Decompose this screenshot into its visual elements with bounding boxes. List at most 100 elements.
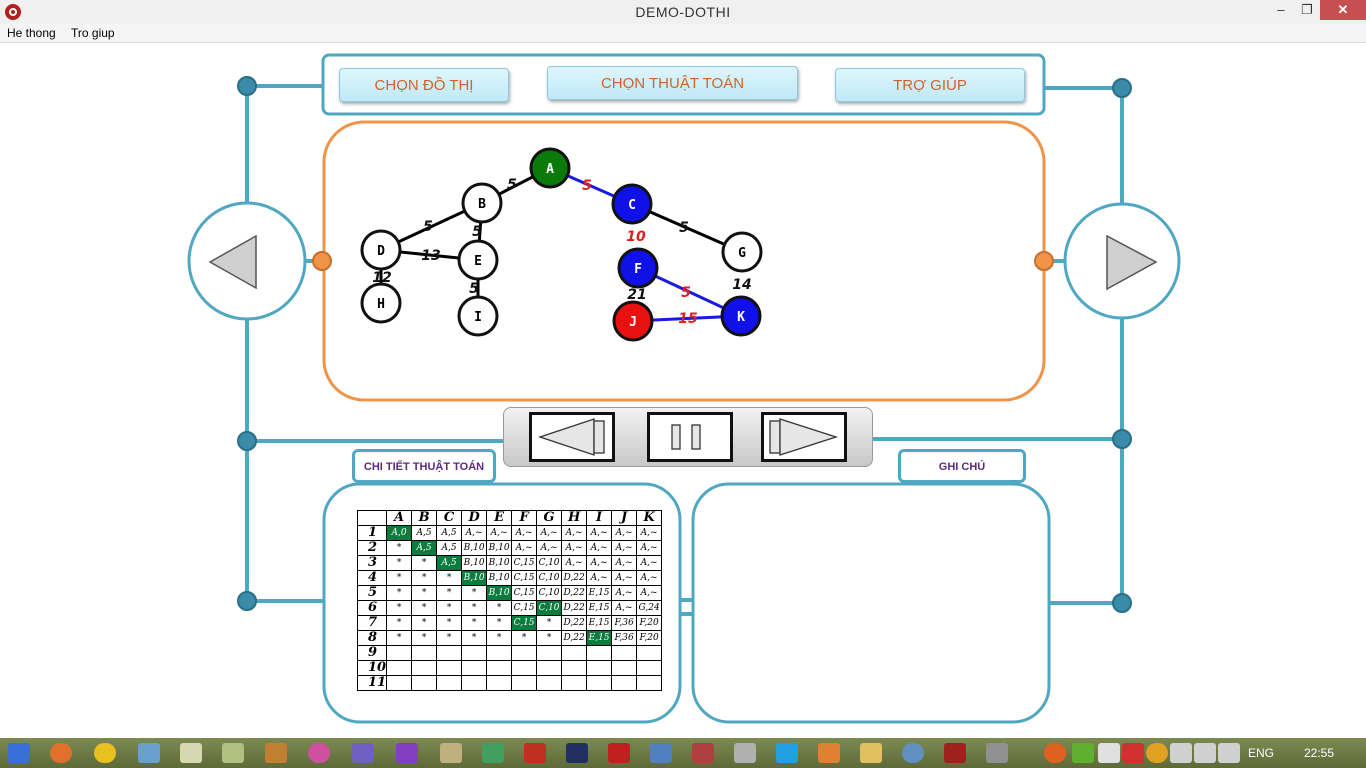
firefox-icon[interactable] [50, 743, 72, 763]
table-row-header: 5 [356, 585, 388, 601]
table-column-header: I [586, 510, 613, 526]
table-cell: A,~ [561, 525, 588, 541]
choose-algorithm-button[interactable]: CHỌN THUẬT TOÁN [547, 66, 798, 100]
edge-weight-label: 10 [626, 229, 646, 245]
app-icon-16[interactable] [692, 743, 714, 763]
table-cell: E,15 [586, 585, 613, 601]
battery-icon[interactable] [1170, 743, 1192, 763]
table-cell [611, 675, 638, 691]
volume-icon[interactable] [1194, 743, 1216, 763]
table-cell: * [436, 570, 463, 586]
chrome-icon[interactable] [94, 743, 116, 763]
edge-weight-label: 5 [469, 281, 479, 297]
step-forward-button[interactable] [761, 412, 847, 462]
app-icon-6[interactable] [265, 743, 287, 763]
table-cell: C,15 [511, 585, 538, 601]
table-cell: * [461, 630, 488, 646]
table-cell: D,22 [561, 600, 588, 616]
pause-button[interactable] [647, 412, 733, 462]
table-cell: A,~ [536, 525, 563, 541]
language-indicator[interactable]: ENG [1248, 746, 1274, 760]
photoshop-icon[interactable] [566, 743, 588, 763]
translate-icon[interactable] [650, 743, 672, 763]
explorer-icon[interactable] [860, 743, 882, 763]
app-icon-5[interactable] [222, 743, 244, 763]
table-cell: A,5 [436, 525, 463, 541]
tray-icon-4[interactable] [1122, 743, 1144, 763]
table-row: 10 [356, 660, 663, 676]
table-cell: A,~ [586, 570, 613, 586]
table-column-header: B [411, 510, 438, 526]
table-column-header: K [636, 510, 663, 526]
app-icon-7[interactable] [308, 743, 330, 763]
skype-icon[interactable] [776, 743, 798, 763]
table-row: 3 * * A,5 B,10 B,10 C,15 C,10 A,~ A,~ A,~ A,~ [356, 555, 663, 571]
table-cell: * [461, 585, 488, 601]
edge-weight-label: 5 [681, 285, 691, 301]
app-icon-17[interactable] [734, 743, 756, 763]
choose-graph-button[interactable]: CHỌN ĐỒ THỊ [339, 68, 509, 102]
table-cell: * [486, 600, 513, 616]
algorithm-details-label: CHI TIẾT THUẬT TOÁN [352, 449, 496, 483]
step-back-button[interactable] [529, 412, 615, 462]
pdf-icon[interactable] [818, 743, 840, 763]
tray-icon-2[interactable] [1072, 743, 1094, 763]
table-cell [636, 645, 663, 661]
graph-node-label: G [738, 246, 746, 261]
table-cell: C,15 [511, 600, 538, 616]
filezilla-icon[interactable] [524, 743, 546, 763]
tray-icon-5[interactable] [1146, 743, 1168, 763]
app-icon-14[interactable] [608, 743, 630, 763]
network-icon[interactable] [1218, 743, 1240, 763]
table-cell: * [411, 600, 438, 616]
table-cell: C,10 [536, 570, 563, 586]
table-cell: E,15 [586, 600, 613, 616]
graph-node-label: C [628, 198, 636, 213]
table-cell: * [386, 630, 413, 646]
table-cell: * [411, 585, 438, 601]
app-icon-23[interactable] [986, 743, 1008, 763]
table-row-header: 3 [356, 555, 388, 571]
start-icon[interactable] [8, 743, 30, 763]
table-cell: B,10 [486, 555, 513, 571]
table-cell [386, 645, 413, 661]
table-row: 8 * * * * * * * D,22 E,15 F,36 F,20 [356, 630, 663, 646]
clock[interactable]: 22:55 [1304, 746, 1334, 760]
table-cell: * [386, 555, 413, 571]
demo-app-icon[interactable] [944, 743, 966, 763]
graph-canvas[interactable]: 5 55 5131255105211514 AB CDEGFHI J K [0, 0, 1366, 738]
table-cell: A,~ [536, 540, 563, 556]
app-icon-8[interactable] [352, 743, 374, 763]
help-button[interactable]: TRỢ GIÚP [835, 68, 1025, 102]
table-cell: * [536, 630, 563, 646]
notepad-icon[interactable] [180, 743, 202, 763]
edge-weight-label: 13 [421, 248, 440, 264]
table-cell: D,22 [561, 615, 588, 631]
table-cell [611, 660, 638, 676]
table-cell: F,36 [611, 615, 638, 631]
table-cell: A,~ [586, 525, 613, 541]
table-cell: C,10 [536, 585, 563, 601]
table-cell [486, 675, 513, 691]
visual-studio-icon[interactable] [396, 743, 418, 763]
app-icon-21[interactable] [902, 743, 924, 763]
playback-controls [503, 407, 873, 467]
tray-icon-1[interactable] [1044, 743, 1066, 763]
table-cell: D,22 [561, 630, 588, 646]
table-cell: A,~ [561, 555, 588, 571]
table-cell [511, 675, 538, 691]
table-row-header: 9 [356, 645, 388, 661]
edge-weight-label: 5 [423, 219, 433, 235]
table-cell [461, 675, 488, 691]
table-cell: * [436, 615, 463, 631]
cloud-icon[interactable] [1098, 743, 1120, 763]
table-row-header: 1 [356, 525, 388, 541]
table-cell [436, 660, 463, 676]
app-icon-3[interactable] [138, 743, 160, 763]
table-cell [611, 645, 638, 661]
notes-content[interactable] [720, 500, 1020, 700]
app-icon-11[interactable] [482, 743, 504, 763]
tools-icon[interactable] [440, 743, 462, 763]
graph-node-label: J [629, 315, 637, 330]
table-cell: * [486, 615, 513, 631]
